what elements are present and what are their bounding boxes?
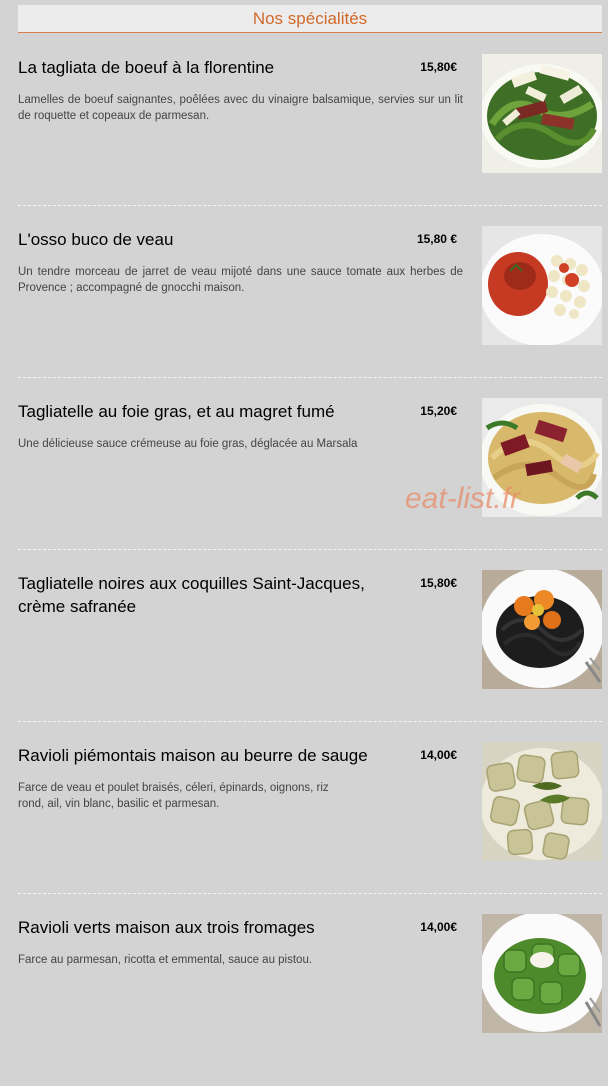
menu-item: L'osso buco de veau 15,80 € Un tendre mo… [0,226,608,398]
dish-photo [482,570,602,689]
dish-description: Lamelles de boeuf saignantes, poêlées av… [18,94,463,122]
section-title: Nos spécialités [252,9,368,28]
dish-description: Farce au parmesan, ricotta et emmental, … [18,954,313,966]
item-separator [18,893,602,894]
dish-price: 15,80€ [420,576,457,590]
menu-item: La tagliata de boeuf à la florentine 15,… [0,54,608,226]
section-header: Nos spécialités [18,5,602,33]
menu-item: Ravioli verts maison aux trois fromages … [0,914,608,1086]
dish-title: Tagliatelle au foie gras, et au magret f… [18,402,335,421]
item-separator [18,205,602,206]
menu-item: Ravioli piémontais maison au beurre de s… [0,742,608,914]
dish-photo [482,54,602,173]
dish-title: L'osso buco de veau [18,230,174,249]
dish-photo [482,914,602,1033]
dish-title: Ravioli verts maison aux trois fromages [18,918,315,937]
item-separator [18,721,602,722]
dish-price: 14,00€ [420,920,457,934]
dish-title: Tagliatelle noires aux coquilles Saint-J… [18,574,365,616]
item-separator [18,549,602,550]
dish-price: 14,00€ [420,748,457,762]
dish-photo [482,226,602,345]
item-separator [18,377,602,378]
dish-description: Un tendre morceau de jarret de veau mijo… [18,266,463,294]
dish-price: 15,80 € [416,232,457,246]
watermark: eat-list.fr [405,482,521,515]
menu-item: Tagliatelle noires aux coquilles Saint-J… [0,570,608,742]
dish-title: Ravioli piémontais maison au beurre de s… [18,746,368,765]
dish-price: 15,80€ [420,60,457,74]
dish-price: 15,20€ [420,404,457,418]
dish-photo [482,742,602,861]
dish-title: La tagliata de boeuf à la florentine [18,58,275,77]
dish-description: Farce de veau et poulet braisés, céleri,… [18,782,329,810]
dish-description: Une délicieuse sauce crémeuse au foie gr… [18,438,358,450]
